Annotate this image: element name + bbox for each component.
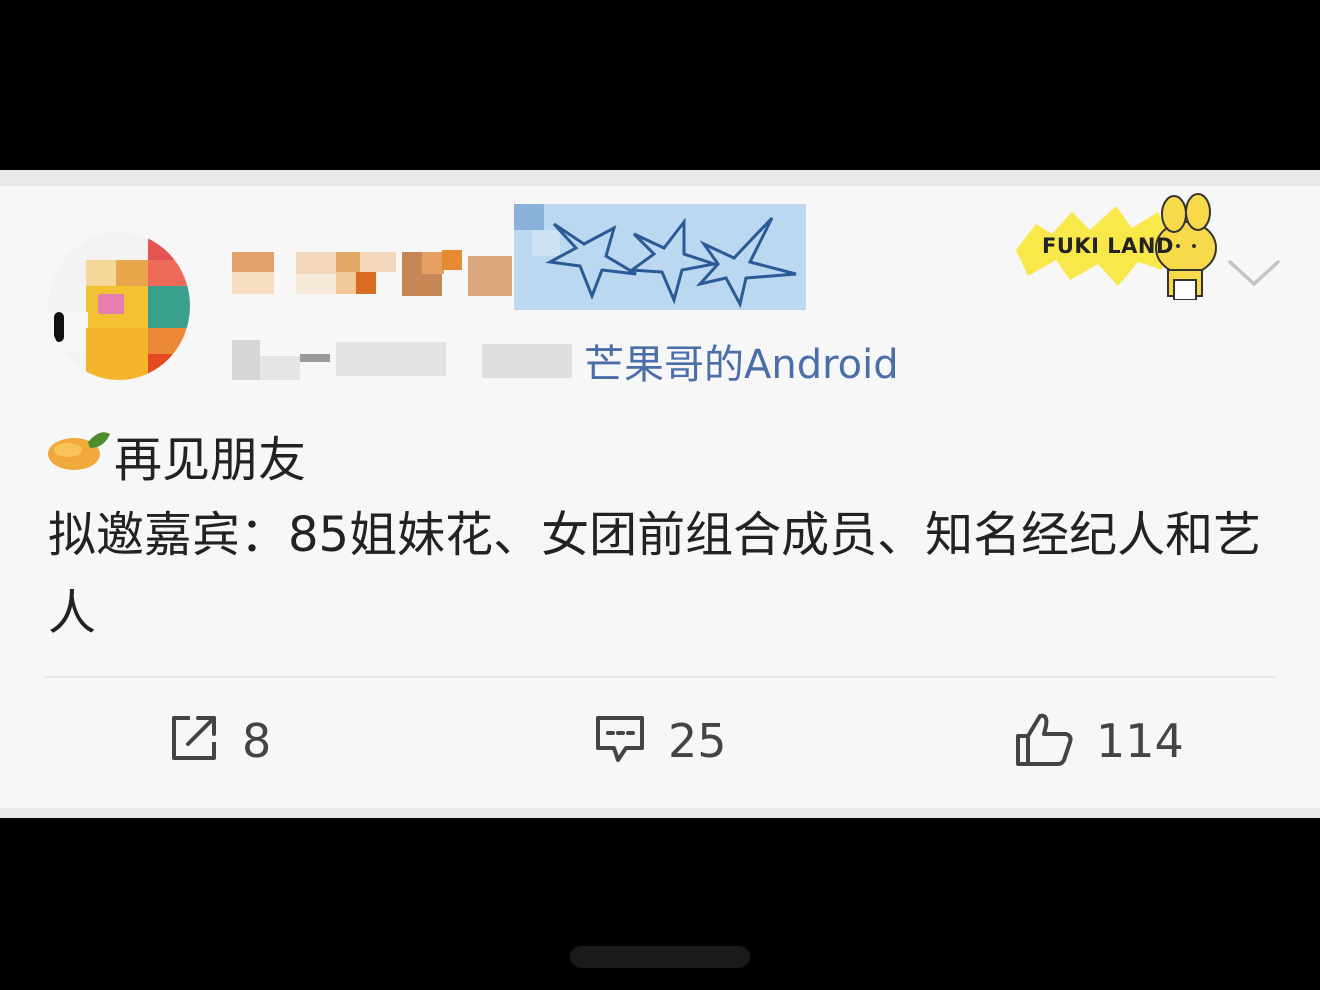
fuki-land-badge: FUKI LAND	[1012, 190, 1228, 301]
username-blurred[interactable]	[232, 250, 522, 296]
fuki-land-label: FUKI LAND	[1042, 234, 1174, 258]
repost-button[interactable]: 8	[166, 710, 296, 780]
chevron-down-icon[interactable]	[1226, 256, 1282, 292]
like-button[interactable]: 114	[1014, 710, 1194, 780]
post-card: 芒果哥的Android FUKI LAND 再见朋友 拟邀嘉宾：85姐妹花、女团…	[0, 170, 1320, 818]
mango-icon	[48, 432, 110, 470]
like-count: 114	[1096, 714, 1184, 768]
avatar[interactable]	[48, 232, 190, 380]
home-indicator[interactable]	[570, 946, 750, 968]
post-title-row: 再见朋友	[48, 420, 468, 488]
repost-count: 8	[242, 714, 272, 768]
post-title: 再见朋友	[114, 432, 307, 488]
card-bottom-strip	[0, 808, 1320, 818]
divider	[44, 676, 1276, 678]
stars-decoration	[514, 204, 806, 310]
post-body: 拟邀嘉宾：85姐妹花、女团前组合成员、知名经纪人和艺人	[48, 507, 1262, 641]
comment-icon	[596, 716, 644, 762]
card-top-strip	[0, 170, 1320, 186]
source-link[interactable]: 芒果哥的Android	[584, 332, 899, 390]
comment-button[interactable]: 25	[592, 710, 742, 780]
comment-count: 25	[668, 714, 727, 768]
share-icon	[172, 716, 216, 760]
thumbs-up-icon	[1016, 713, 1073, 766]
